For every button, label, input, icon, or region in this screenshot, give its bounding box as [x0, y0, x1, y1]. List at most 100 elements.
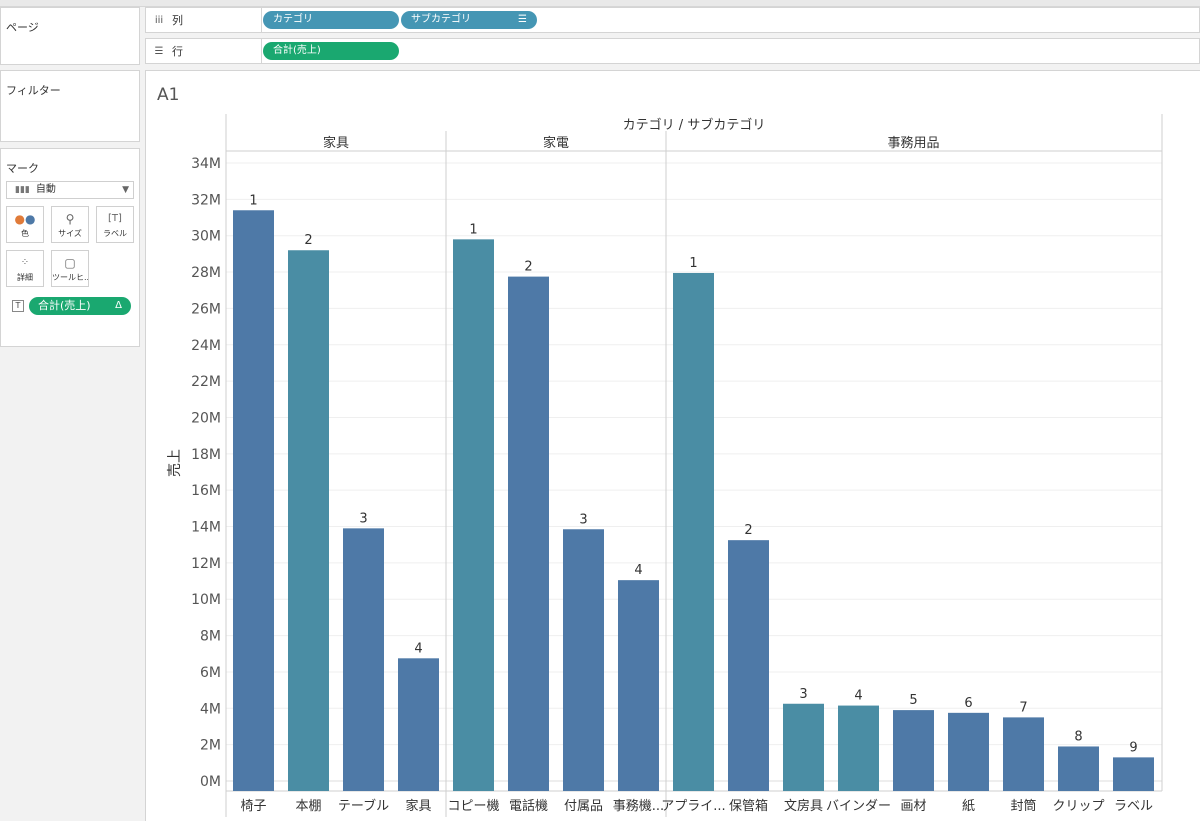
- x-tick-label: 椅子: [240, 799, 266, 814]
- bar-rank-label: 4: [414, 641, 422, 656]
- bar-rank-label: 3: [579, 512, 587, 527]
- filters-card[interactable]: フィルター: [0, 70, 140, 142]
- text-label-icon: [T]: [108, 213, 122, 224]
- bar: [893, 710, 934, 791]
- bar-rank-label: 2: [304, 233, 312, 248]
- rows-shelf-header: ☰ 行: [146, 39, 262, 63]
- marks-card: マーク ▮▮▮ 自動 ▼ ●● 色 ⚲ サイズ [T] ラベル ⁘ 詳細 ▢ ツー…: [0, 148, 140, 347]
- x-tick-label: 本棚: [295, 799, 321, 814]
- bar-rank-label: 4: [854, 689, 862, 704]
- sales-sum-row-pill[interactable]: 合計(売上): [263, 42, 399, 60]
- rows-icon: ☰: [154, 45, 164, 57]
- column-header-title: カテゴリ / サブカテゴリ: [623, 117, 766, 133]
- y-tick-label: 10M: [191, 592, 221, 608]
- bar-rank-label: 2: [524, 260, 532, 275]
- bar: [1003, 717, 1044, 791]
- y-tick-label: 28M: [191, 265, 221, 281]
- y-tick-label: 2M: [200, 738, 221, 754]
- mark-type-dropdown[interactable]: ▮▮▮ 自動 ▼: [6, 181, 134, 199]
- tooltip-bubble-icon: ▢: [64, 256, 76, 270]
- bar-rank-label: 2: [744, 523, 752, 538]
- x-tick-label: テーブル: [338, 798, 389, 814]
- y-tick-label: 4M: [200, 701, 221, 717]
- bar: [233, 210, 274, 792]
- mark-type-label: 自動: [35, 184, 56, 195]
- bar-rank-label: 3: [359, 511, 367, 526]
- bar-rank-label: 6: [964, 696, 972, 711]
- pages-card[interactable]: ページ: [0, 7, 140, 65]
- label-button[interactable]: [T] ラベル: [96, 206, 134, 243]
- y-axis-title: 売上: [167, 449, 183, 477]
- color-button[interactable]: ●● 色: [6, 206, 44, 243]
- bar: [783, 703, 824, 791]
- x-tick-label: 保管箱: [729, 798, 768, 814]
- top-toolbar-strip: [0, 0, 1200, 7]
- bar-rank-label: 3: [799, 687, 807, 702]
- bar: [838, 705, 879, 791]
- bar-rank-label: 9: [1129, 740, 1137, 755]
- tooltip-button-label: ツールヒ...: [52, 273, 88, 282]
- y-tick-label: 30M: [191, 229, 221, 245]
- bar-chart: 0M 2M 4M 6M 8M 10M 12M 14M 16M 18M 20M 22M 24M 26M 28M…: [167, 114, 1163, 817]
- marks-card-title: マーク: [6, 162, 39, 175]
- bar-rank-label: 1: [689, 256, 697, 271]
- worksheet-view: A1 0M 2M 4M 6M 8M 10M 12M 14M 16M 18M 20M 22M 24M 26M…: [145, 70, 1200, 821]
- x-tick-label: 事務機...: [613, 799, 664, 814]
- bar: [453, 239, 494, 791]
- bar: [728, 540, 769, 791]
- y-tick-label: 34M: [191, 156, 221, 172]
- tooltip-button[interactable]: ▢ ツールヒ...: [51, 250, 89, 287]
- bar-rank-label: 1: [469, 222, 477, 237]
- x-tick-label: クリップ: [1052, 799, 1104, 814]
- x-tick-label: 家具: [405, 798, 431, 814]
- x-tick-label: 封筒: [1010, 798, 1036, 814]
- y-tick-label: 32M: [191, 192, 221, 208]
- rows-shelf[interactable]: ☰ 行 合計(売上): [145, 38, 1200, 64]
- category-pill-label: カテゴリ: [273, 14, 313, 25]
- category-pill[interactable]: カテゴリ: [263, 11, 399, 29]
- x-tick-label: 電話機: [509, 798, 548, 814]
- category-header-label: 事務用品: [887, 136, 939, 151]
- bar: [1058, 746, 1099, 791]
- columns-icon: iii: [154, 14, 164, 26]
- table-calc-delta-icon: Δ: [115, 300, 122, 311]
- subcategory-pill-label: サブカテゴリ: [411, 14, 471, 25]
- y-tick-label: 8M: [200, 629, 221, 645]
- bar: [948, 712, 989, 791]
- color-dots-icon: ●●: [14, 212, 36, 226]
- x-tick-label: コピー機: [447, 799, 499, 814]
- y-tick-label: 14M: [191, 520, 221, 536]
- bar-rank-label: 1: [249, 193, 257, 208]
- bar: [1113, 757, 1154, 791]
- label-button-label: ラベル: [103, 229, 127, 238]
- pages-card-title: ページ: [6, 21, 39, 34]
- filters-card-title: フィルター: [6, 84, 61, 97]
- size-button[interactable]: ⚲ サイズ: [51, 206, 89, 243]
- bar-rank-label: 7: [1019, 700, 1027, 715]
- columns-shelf-label: 列: [172, 14, 183, 27]
- bar-rank-label: 5: [909, 693, 917, 708]
- detail-button-label: 詳細: [17, 273, 33, 282]
- x-tick-label: 文房具: [784, 798, 823, 814]
- y-tick-label: 20M: [191, 410, 221, 426]
- bar-chart-icon: ▮▮▮: [15, 185, 30, 195]
- bar: [508, 276, 549, 792]
- x-tick-label: ラベル: [1114, 799, 1153, 814]
- bar: [673, 272, 714, 791]
- x-tick-label: 紙: [962, 799, 975, 814]
- subcategory-pill[interactable]: サブカテゴリ ☰: [401, 11, 537, 29]
- bar: [563, 529, 604, 791]
- y-tick-label: 18M: [191, 447, 221, 463]
- columns-shelf[interactable]: iii 列 カテゴリ サブカテゴリ ☰: [145, 7, 1200, 33]
- y-tick-label: 24M: [191, 338, 221, 354]
- detail-button[interactable]: ⁘ 詳細: [6, 250, 44, 287]
- y-tick-label: 22M: [191, 374, 221, 390]
- sales-sum-row-pill-label: 合計(売上): [273, 45, 321, 56]
- columns-shelf-header: iii 列: [146, 8, 262, 32]
- sales-sum-pill[interactable]: 合計(売上) Δ: [29, 297, 131, 315]
- x-tick-label: アプライ...: [661, 799, 725, 814]
- y-tick-label: 16M: [191, 483, 221, 499]
- bar: [618, 580, 659, 791]
- size-button-label: サイズ: [58, 229, 82, 238]
- sales-sum-pill-label: 合計(売上): [38, 299, 91, 312]
